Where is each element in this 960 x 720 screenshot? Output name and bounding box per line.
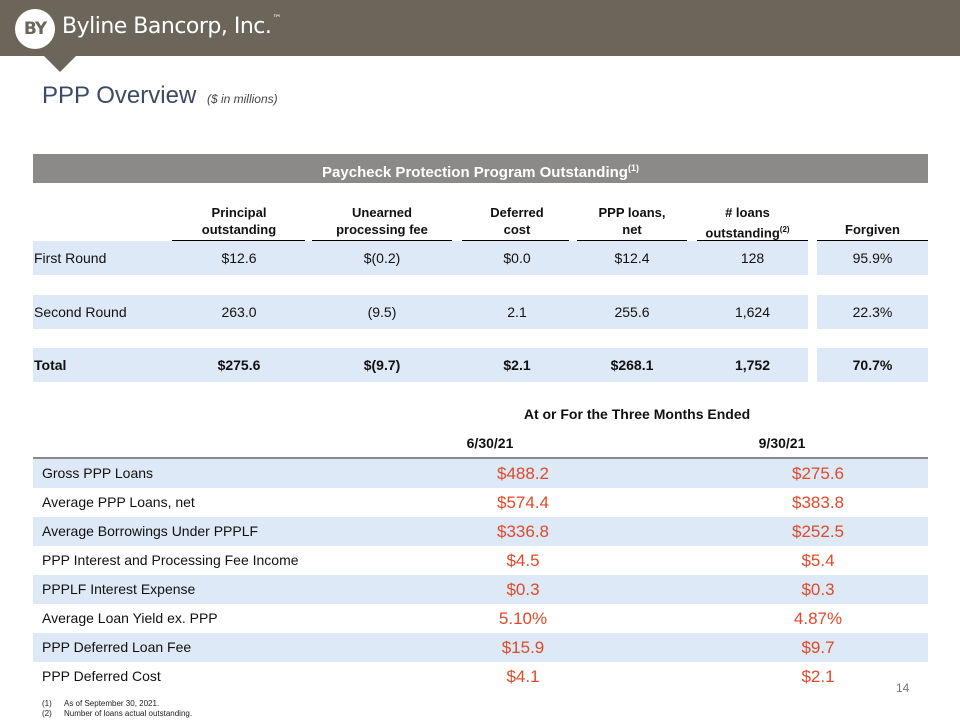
metrics-label: PPP Deferred Loan Fee	[42, 639, 192, 655]
cell-ppp-loans-net: $268.1	[610, 357, 654, 373]
footnote-text: Number of loans actual outstanding.	[64, 709, 193, 718]
footnote-text: As of September 30, 2021.	[64, 699, 160, 708]
metrics-value-q3: $252.5	[792, 522, 844, 541]
metrics-row: Average Borrowings Under PPPLF $336.8 $2…	[33, 517, 928, 546]
metrics-value-q3: 4.87%	[793, 609, 843, 628]
brand-name: Byline Bancorp, Inc.™	[62, 14, 281, 39]
company-logo: BY	[15, 9, 55, 49]
footnote: (1) As of September 30, 2021.	[42, 699, 159, 708]
col-header-line2: outstanding	[201, 222, 277, 237]
col-header-line1: Deferred	[490, 205, 544, 220]
cell-principal: $275.6	[217, 357, 261, 373]
metrics-value-q2: $574.4	[497, 493, 549, 512]
ppp-table-title: Paycheck Protection Program Outstanding(…	[33, 154, 928, 183]
col-header-unearned: Unearned processing fee	[312, 204, 452, 238]
metrics-label: PPP Deferred Cost	[42, 668, 161, 684]
col-header-line1: Unearned	[352, 205, 412, 220]
metrics-value-q2: $336.8	[497, 522, 549, 541]
metrics-row: Gross PPP Loans $488.2 $275.6	[33, 459, 928, 488]
col-header-line2: outstanding(2)	[690, 221, 805, 241]
metrics-value-q3: $9.7	[801, 638, 835, 657]
metrics-label: Gross PPP Loans	[42, 465, 154, 481]
cell-unearned: (9.5)	[367, 304, 397, 320]
metrics-label: Average Borrowings Under PPPLF	[42, 523, 259, 539]
metrics-value-q2: $0.3	[506, 580, 540, 599]
col-header-line2: processing fee	[336, 222, 428, 237]
col-header-forgiven: Forgiven	[817, 204, 928, 238]
brand-text: Byline Bancorp, Inc.	[62, 14, 272, 39]
ppp-table-title-note: (1)	[627, 163, 639, 173]
metrics-value-q3: $5.4	[801, 551, 835, 570]
metrics-row: PPP Deferred Loan Fee $15.9 $9.7	[33, 633, 928, 662]
col-header-line2: cost	[503, 222, 531, 237]
row-label: Second Round	[34, 304, 127, 320]
col-header-principal: Principal outstanding	[180, 204, 298, 238]
col-header-line1: PPP loans,	[598, 205, 666, 220]
cell-forgiven: 22.3%	[852, 304, 893, 320]
cell-ppp-loans-net: 255.6	[614, 304, 650, 320]
cell-forgiven: 95.9%	[852, 250, 893, 266]
row-label: Total	[34, 357, 67, 373]
col-header-note: (2)	[779, 225, 790, 234]
ppp-table-title-text: Paycheck Protection Program Outstanding	[322, 164, 628, 181]
cell-loans-outstanding: 128	[740, 250, 765, 266]
page-title-main: PPP Overview	[42, 82, 197, 109]
metrics-value-q2: $4.5	[506, 551, 540, 570]
cell-unearned: $(9.7)	[363, 357, 401, 373]
brand-trademark: ™	[272, 14, 281, 24]
metrics-row: PPP Deferred Cost $4.1 $2.1	[33, 662, 928, 691]
cell-unearned: $(0.2)	[363, 250, 401, 266]
metrics-col-q2: 6/30/21	[466, 435, 514, 451]
page-title-sub: ($ in millions)	[206, 92, 278, 106]
col-header-line2: Forgiven	[845, 222, 900, 237]
page-title: PPP Overview ($ in millions)	[42, 82, 278, 110]
metrics-label: Average Loan Yield ex. PPP	[42, 610, 218, 626]
metrics-label: Average PPP Loans, net	[42, 494, 195, 510]
metrics-value-q3: $0.3	[801, 580, 835, 599]
cell-loans-outstanding: 1,752	[734, 357, 771, 373]
cell-principal: 263.0	[221, 304, 257, 320]
metrics-value-q2: 5.10%	[498, 609, 548, 628]
metrics-value-q3: $2.1	[801, 667, 835, 686]
cell-deferred: 2.1	[507, 304, 527, 320]
page-number: 14	[896, 681, 910, 695]
footnote: (2) Number of loans actual outstanding.	[42, 709, 192, 718]
metrics-col-q3: 9/30/21	[758, 435, 806, 451]
cell-principal: $12.6	[221, 250, 257, 266]
cell-ppp-loans-net: $12.4	[614, 250, 650, 266]
col-header-line2: net	[622, 222, 642, 237]
metrics-label: PPPLF Interest Expense	[42, 581, 196, 597]
metrics-label: PPP Interest and Processing Fee Income	[42, 552, 299, 568]
footnote-number: (1)	[42, 699, 52, 708]
metrics-value-q3: $275.6	[792, 464, 844, 483]
col-header-line1: Principal	[211, 205, 267, 220]
cell-loans-outstanding: 1,624	[734, 304, 771, 320]
col-header-line1	[817, 204, 928, 221]
metrics-row: Average Loan Yield ex. PPP 5.10% 4.87%	[33, 604, 928, 633]
metrics-value-q2: $488.2	[497, 464, 549, 483]
metrics-caption: At or For the Three Months Ended	[523, 406, 751, 422]
metrics-row: PPP Interest and Processing Fee Income $…	[33, 546, 928, 575]
metrics-value-q2: $4.1	[506, 667, 540, 686]
metrics-row: Average PPP Loans, net $574.4 $383.8	[33, 488, 928, 517]
metrics-row: PPPLF Interest Expense $0.3 $0.3	[33, 575, 928, 604]
col-header-deferred: Deferred cost	[467, 204, 567, 238]
metrics-value-q2: $15.9	[501, 638, 545, 657]
col-header-ppp-loans-net: PPP loans, net	[577, 204, 687, 238]
metrics-value-q3: $383.8	[792, 493, 844, 512]
footnote-number: (2)	[42, 709, 52, 718]
cell-deferred: $0.0	[503, 250, 531, 266]
cell-forgiven: 70.7%	[852, 357, 893, 373]
col-header-loans-outstanding: # loans outstanding(2)	[690, 204, 805, 241]
cell-deferred: $2.1	[503, 357, 531, 373]
col-header-line1: # loans	[725, 205, 770, 220]
col-header-text: outstanding	[705, 225, 780, 241]
row-label: First Round	[34, 250, 107, 266]
header-notch	[44, 56, 76, 72]
